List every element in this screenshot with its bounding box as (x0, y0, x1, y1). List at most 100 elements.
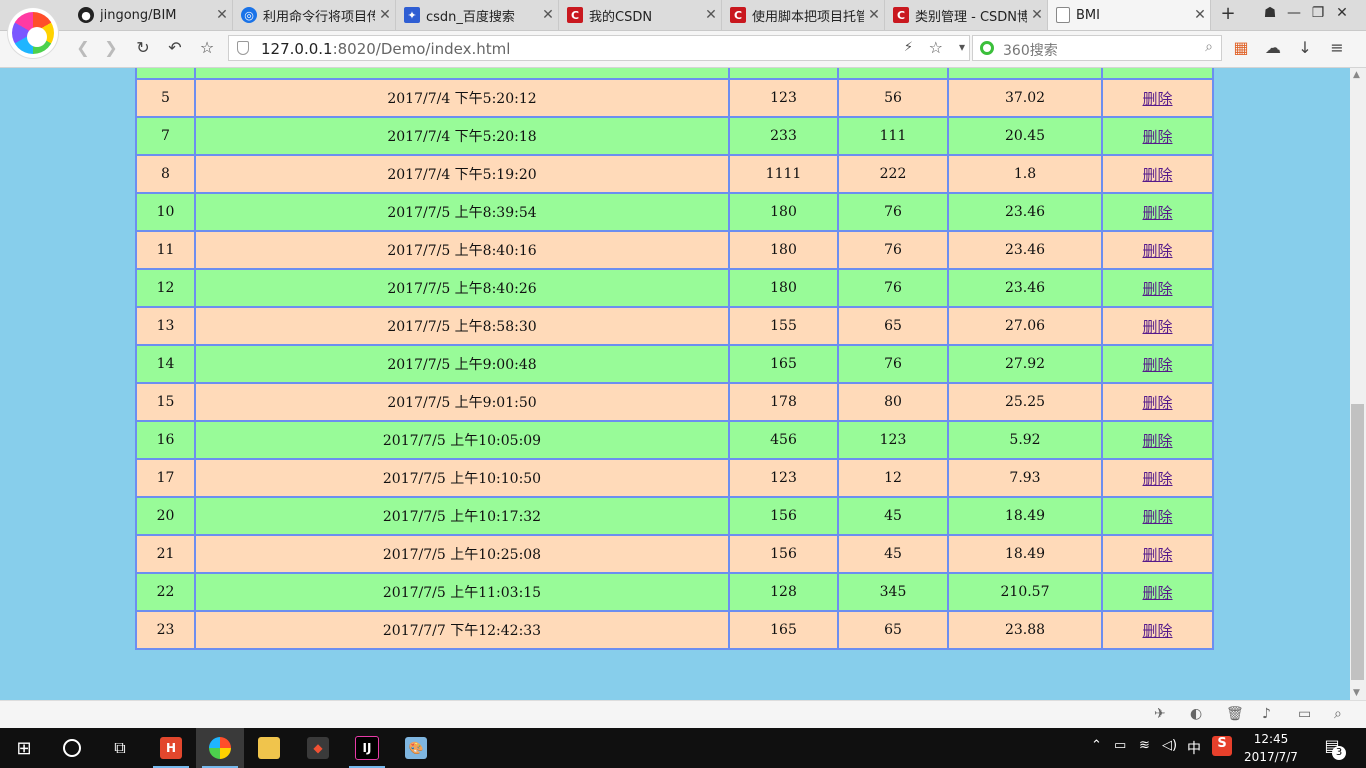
tab-category[interactable]: C 类别管理 - CSDN博 ✕ (885, 0, 1048, 30)
scroll-up-icon[interactable]: ▲ (1353, 70, 1360, 80)
close-icon[interactable]: ✕ (375, 7, 395, 23)
wifi-icon[interactable]: ≋ (1139, 738, 1150, 753)
close-icon[interactable]: ✕ (212, 7, 232, 23)
tab-cmd[interactable]: ◎ 利用命令行将项目传 ✕ (233, 0, 396, 30)
row-time: 2017/7/4 下午5:20:18 (194, 116, 730, 156)
trash-icon[interactable]: 🗑 (1226, 706, 1244, 722)
table-row: 23 2017/7/7 下午12:42:33 165 65 23.88 删除 (135, 610, 1214, 650)
back-button[interactable]: ❮ (72, 37, 94, 59)
bookmark-star-icon[interactable]: ☆ (196, 37, 218, 59)
start-button[interactable]: ⊞ (0, 728, 48, 768)
delete-link[interactable]: 删除 (1142, 90, 1172, 108)
table-row: 10 2017/7/5 上午8:39:54 180 76 23.46 删除 (135, 192, 1214, 232)
task-view-button[interactable]: ⧉ (96, 728, 144, 768)
table-row: 15 2017/7/5 上午9:01:50 178 80 25.25 删除 (135, 382, 1214, 422)
row-id: 14 (135, 344, 196, 384)
row-bmi: 25.25 (947, 382, 1103, 422)
search-input[interactable]: 360搜索 (1003, 40, 1058, 60)
table-row: 20 2017/7/5 上午10:17:32 156 45 18.49 删除 (135, 496, 1214, 536)
row-height: 156 (728, 534, 839, 574)
volume-icon[interactable]: ◁) (1162, 738, 1177, 753)
refresh-button[interactable]: ↻ (132, 37, 154, 59)
table-row: 5 2017/7/4 下午5:20:12 123 56 37.02 删除 (135, 78, 1214, 118)
taskbar-app-paint[interactable]: 🎨 (392, 728, 440, 768)
notification-center-button[interactable]: ▤ 3 (1320, 736, 1346, 760)
scroll-down-icon[interactable]: ▼ (1353, 688, 1360, 698)
table-row: 8 2017/7/4 下午5:19:20 1111 222 1.8 删除 (135, 154, 1214, 194)
delete-link[interactable]: 删除 (1142, 204, 1172, 222)
speed-icon[interactable]: ◐ (1190, 706, 1202, 722)
sound-icon[interactable]: ♪ (1262, 706, 1271, 722)
delete-link[interactable]: 删除 (1142, 280, 1172, 298)
delete-link[interactable]: 删除 (1142, 546, 1172, 564)
close-icon[interactable]: ✕ (538, 7, 558, 23)
cloud-icon[interactable]: ☁ (1262, 37, 1284, 59)
ime-indicator[interactable]: 中 (1187, 738, 1201, 758)
delete-link[interactable]: 删除 (1142, 432, 1172, 450)
tab-baidu[interactable]: ✦ csdn_百度搜索 ✕ (396, 0, 559, 30)
maximize-button[interactable]: ❐ (1306, 5, 1330, 25)
row-height: 1111 (728, 154, 839, 194)
row-bmi: 5.92 (947, 420, 1103, 460)
menu-icon[interactable]: ≡ (1326, 37, 1348, 59)
search-button[interactable] (48, 728, 96, 768)
delete-link[interactable]: 删除 (1142, 394, 1172, 412)
close-icon[interactable]: ✕ (864, 7, 884, 23)
delete-link[interactable]: 删除 (1142, 128, 1172, 146)
tab-my-csdn[interactable]: C 我的CSDN ✕ (559, 0, 722, 30)
taskbar-app-git[interactable]: ◆ (294, 728, 342, 768)
tab-label: jingong/BIM (100, 7, 177, 23)
chevron-up-icon[interactable]: ⌃ (1091, 738, 1102, 753)
delete-link[interactable]: 删除 (1142, 166, 1172, 184)
favorite-star-icon[interactable]: ☆ (929, 38, 943, 57)
task-view-icon: ⧉ (114, 738, 126, 757)
battery-icon[interactable]: ▭ (1114, 738, 1126, 753)
close-icon[interactable]: ✕ (1027, 7, 1047, 23)
delete-link[interactable]: 删除 (1142, 356, 1172, 374)
search-icon[interactable]: ⌕ (1205, 39, 1213, 55)
tab-bmi[interactable]: BMI ✕ (1048, 0, 1211, 30)
row-height: 123 (728, 78, 839, 118)
taskbar-app-360-browser[interactable] (196, 728, 244, 768)
minimize-button[interactable]: — (1282, 5, 1306, 25)
close-window-button[interactable]: ✕ (1330, 5, 1354, 25)
document-icon (1056, 7, 1070, 23)
url-text[interactable]: 127.0.0.1:8020/Demo/index.html (261, 40, 510, 58)
download-icon[interactable]: ↓ (1294, 37, 1316, 59)
forward-button[interactable]: ❯ (100, 37, 122, 59)
browser-360-logo-icon[interactable] (8, 8, 58, 58)
shield-icon (237, 41, 249, 55)
undo-close-button[interactable]: ↶ (164, 37, 186, 59)
row-bmi: 210.57 (947, 572, 1103, 612)
taskbar-app-hbuilder[interactable]: H (147, 728, 195, 768)
system-clock[interactable]: 12:45 2017/7/7 (1240, 730, 1302, 766)
skin-icon[interactable]: ☗ (1258, 5, 1282, 25)
close-icon[interactable]: ✕ (701, 7, 721, 23)
row-id: 10 (135, 192, 196, 232)
pin-icon[interactable]: ✈ (1154, 706, 1166, 722)
delete-link[interactable]: 删除 (1142, 242, 1172, 260)
tab-script[interactable]: C 使用脚本把项目托管 ✕ (722, 0, 885, 30)
chevron-down-icon[interactable]: ▾ (959, 40, 965, 54)
notification-count: 3 (1332, 746, 1346, 760)
new-tab-button[interactable]: + (1216, 3, 1240, 24)
delete-link[interactable]: 删除 (1142, 470, 1172, 488)
tab-github[interactable]: ● jingong/BIM ✕ (70, 0, 233, 30)
address-bar[interactable]: 127.0.0.1:8020/Demo/index.html ⚡ ☆ ▾ (228, 35, 970, 61)
sogou-input-icon[interactable]: S (1212, 736, 1232, 756)
apps-grid-icon[interactable]: ▦ (1230, 37, 1252, 59)
scrollbar-thumb[interactable] (1351, 404, 1364, 680)
delete-link[interactable]: 删除 (1142, 318, 1172, 336)
vertical-scrollbar[interactable]: ▲ ▼ (1350, 68, 1366, 700)
delete-link[interactable]: 删除 (1142, 622, 1172, 640)
zoom-icon[interactable]: ⌕ (1334, 706, 1342, 722)
search-box[interactable]: 360搜索 ⌕ (972, 35, 1222, 61)
taskbar-app-file-explorer[interactable] (245, 728, 293, 768)
close-icon[interactable]: ✕ (1190, 7, 1210, 23)
window-icon[interactable]: ▭ (1298, 706, 1311, 722)
speed-mode-icon[interactable]: ⚡ (904, 40, 913, 55)
taskbar-app-intellij[interactable]: IJ (343, 728, 391, 768)
row-bmi: 23.88 (947, 610, 1103, 650)
delete-link[interactable]: 删除 (1142, 584, 1172, 602)
delete-link[interactable]: 删除 (1142, 508, 1172, 526)
